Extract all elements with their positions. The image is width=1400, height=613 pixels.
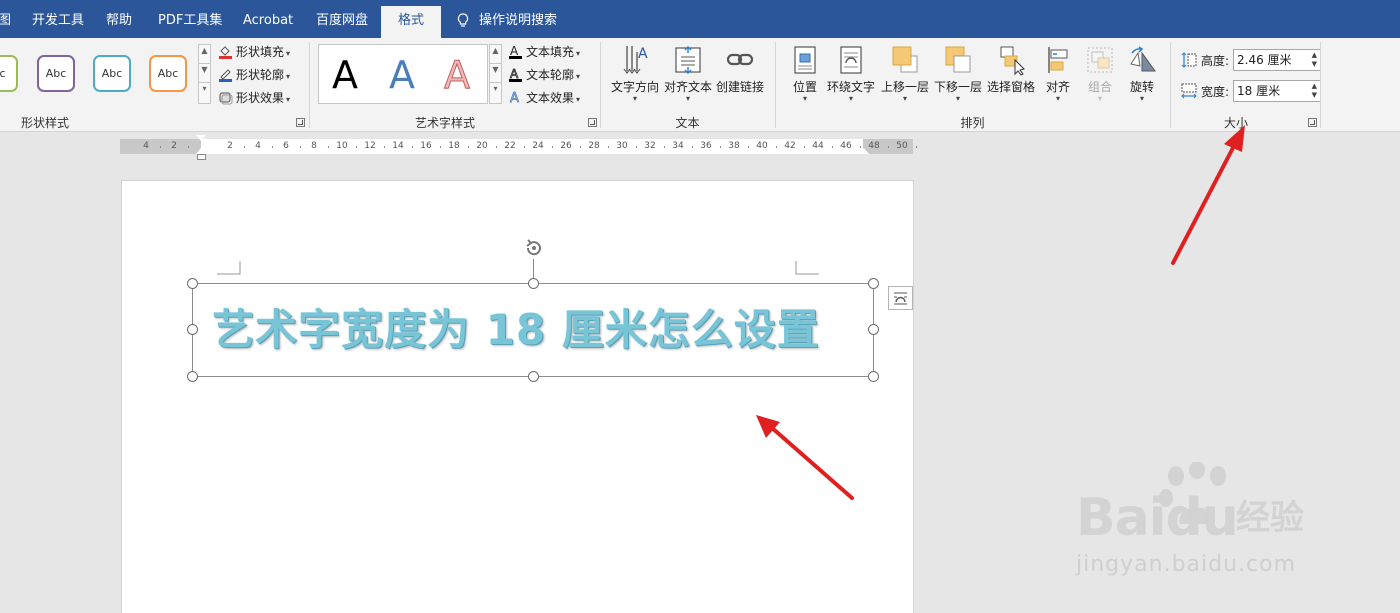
watermark-brand: Baidu — [1076, 488, 1239, 548]
annotation-arrow-wordart — [756, 415, 854, 500]
baidu-jingyan-watermark: Baidu 经验 jingyan.baidu.com — [1076, 462, 1346, 582]
watermark-suffix: 经验 — [1236, 498, 1304, 538]
watermark-url: jingyan.baidu.com — [1076, 552, 1297, 577]
annotation-arrow-size — [1171, 125, 1245, 265]
